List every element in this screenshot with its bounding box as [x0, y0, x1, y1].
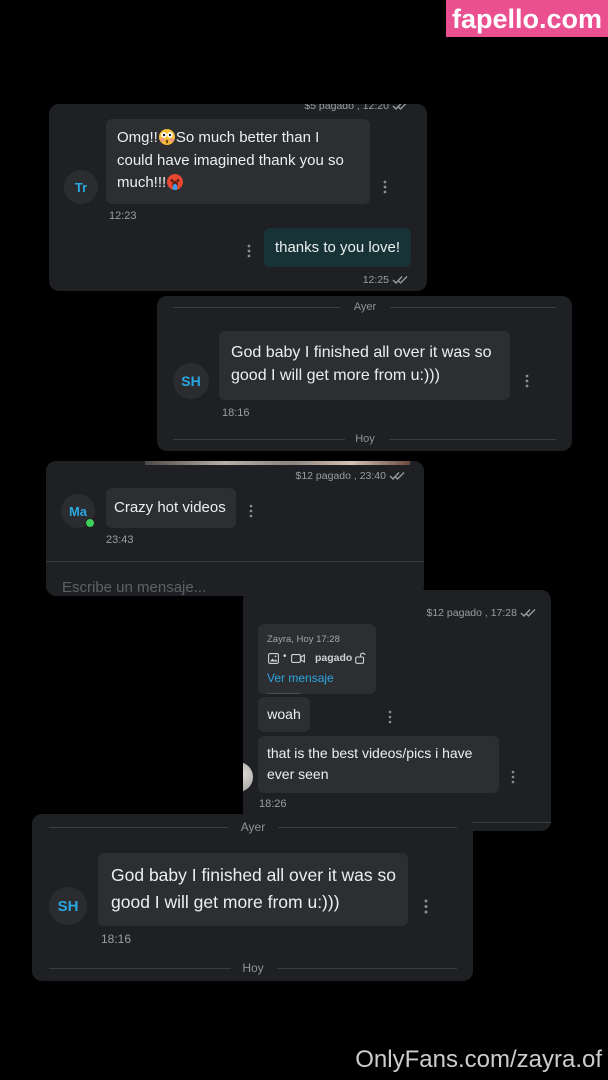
date-divider: Ayer	[240, 820, 266, 834]
divider-line	[389, 439, 556, 440]
quote-underline	[267, 693, 300, 694]
date-divider: Hoy	[242, 961, 264, 975]
quoted-message[interactable]: Zayra, Hoy 17:28 • pagado Ver mensaje	[258, 624, 376, 694]
message-time: 18:26	[259, 798, 287, 810]
paid-status-text: $12 pagado , 23:40	[295, 470, 386, 482]
chat-card-1: $5 pagado , 12:20 Tr Omg!! So much better…	[49, 104, 427, 291]
received-message-bubble: woah	[258, 697, 310, 732]
date-divider: Hoy	[355, 433, 375, 445]
double-check-icon	[520, 609, 536, 617]
avatar-initials: Tr	[74, 179, 88, 195]
chat-card-2: Ayer SH God baby I finished all over it …	[157, 296, 572, 451]
kebab-menu-icon[interactable]	[424, 899, 428, 914]
paid-status: $12 pagado , 17:28	[426, 607, 536, 619]
creator-watermark: OnlyFans.com/zayra.of	[355, 1046, 602, 1073]
message-time: 18:16	[101, 932, 132, 946]
avatar-initials: SH	[181, 373, 201, 389]
double-check-icon	[392, 104, 407, 110]
flushed-face-emoji	[158, 129, 175, 145]
paid-status: $12 pagado , 23:40	[295, 470, 405, 482]
kebab-menu-icon[interactable]	[525, 374, 529, 388]
photo-strip	[145, 461, 410, 465]
kebab-menu-icon[interactable]	[511, 770, 515, 784]
message-text: Omg!! So much better than I could have im…	[117, 127, 355, 195]
avatar[interactable]	[243, 762, 253, 792]
paid-status-text: $12 pagado , 17:28	[426, 607, 517, 619]
chat-card-5: Ayer SH God baby I finished all over it …	[32, 814, 473, 981]
hot-face-emoji	[167, 174, 184, 190]
received-message-bubble: Omg!! So much better than I could have im…	[106, 119, 370, 204]
site-watermark: fapello.com	[446, 0, 608, 37]
lock-icon	[355, 652, 366, 664]
message-time: 18:16	[222, 407, 250, 419]
double-check-icon	[389, 472, 405, 480]
paid-status: $5 pagado , 12:20	[304, 104, 408, 112]
divider-line	[390, 307, 556, 308]
message-text: thanks to you love!	[274, 239, 401, 256]
avatar[interactable]: SH	[173, 363, 209, 399]
kebab-menu-icon[interactable]	[383, 180, 387, 194]
divider-line	[277, 968, 457, 969]
message-time: 12:23	[109, 210, 137, 222]
chat-card-3: $12 pagado , 23:40 Ma Crazy hot videos 2…	[46, 461, 424, 596]
received-message-bubble: that is the best videos/pics i have ever…	[258, 736, 499, 793]
message-time: 12:25	[362, 274, 389, 286]
site-watermark-text: fapello.com	[451, 3, 603, 34]
sent-time: 12:25	[363, 274, 408, 286]
received-message-bubble: God baby I finished all over it was so g…	[219, 331, 510, 400]
message-text: God baby I finished all over it was so g…	[111, 865, 397, 912]
chat-card-4: $12 pagado , 17:28 Zayra, Hoy 17:28 • pa…	[243, 590, 551, 831]
kebab-menu-icon[interactable]	[247, 244, 251, 258]
quote-status: pagado	[315, 652, 353, 664]
date-divider: Ayer	[353, 301, 377, 313]
received-message-bubble: God baby I finished all over it was so g…	[98, 853, 408, 926]
double-check-icon	[392, 276, 408, 284]
received-message-bubble: Crazy hot videos	[106, 488, 236, 528]
message-text-part: Omg!!	[117, 129, 158, 146]
divider-line	[49, 827, 228, 828]
image-icon	[268, 653, 279, 664]
message-text: Crazy hot videos	[114, 499, 226, 516]
message-time: 23:43	[106, 534, 134, 546]
video-icon	[291, 654, 305, 663]
composer-divider	[46, 561, 424, 562]
avatar[interactable]: Tr	[64, 170, 98, 204]
view-message-link[interactable]: Ver mensaje	[267, 671, 334, 685]
kebab-menu-icon[interactable]	[388, 710, 392, 724]
avatar[interactable]: SH	[49, 887, 87, 925]
kebab-menu-icon[interactable]	[249, 504, 253, 518]
quote-separator: •	[283, 651, 287, 662]
avatar-initials: SH	[57, 897, 79, 915]
sent-message-bubble: thanks to you love!	[264, 228, 411, 267]
paid-status-text: $5 pagado , 12:20	[304, 104, 389, 112]
divider-line	[278, 827, 457, 828]
message-text: woah	[267, 706, 301, 722]
avatar-initials: Ma	[68, 503, 88, 519]
divider-line	[49, 968, 231, 969]
message-input[interactable]	[62, 577, 402, 596]
divider-line	[173, 439, 345, 440]
quote-meta: Zayra, Hoy 17:28	[267, 634, 340, 645]
message-text: God baby I finished all over it was so g…	[231, 344, 492, 384]
divider-line	[173, 307, 340, 308]
online-status-dot	[85, 518, 95, 528]
message-text: that is the best videos/pics i have ever…	[267, 745, 473, 782]
